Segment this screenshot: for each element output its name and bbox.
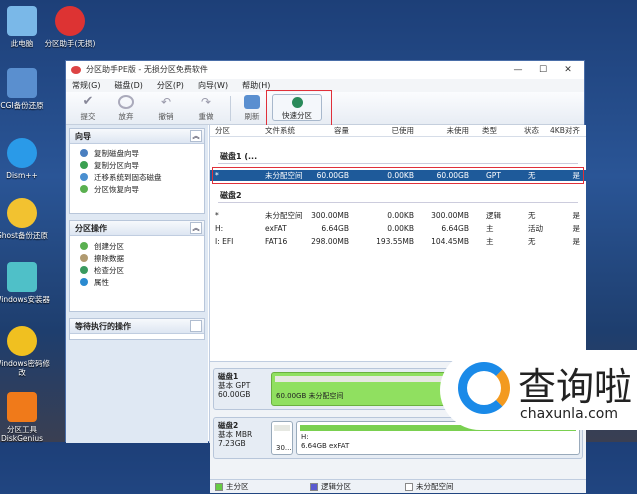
legend: 主分区 逻辑分区 未分配空间 [210,479,586,493]
undo-icon: ↶ [160,95,172,109]
menu-wizard[interactable]: 向导(W) [198,81,228,90]
disk2-header[interactable]: 磁盘2 [220,190,242,201]
divider [218,202,578,203]
table-cell: 0.00KB [387,211,414,220]
expand-icon[interactable] [190,320,202,332]
table-cell: 活动 [528,224,543,233]
desktop-icon-ghost[interactable]: Ghost备份还原 [0,198,52,240]
table-row[interactable]: H: exFAT 6.64GB 0.00KB 6.64GB 主 活动 是 [210,223,586,234]
desktop-icon-password[interactable]: Windows密码修改 [0,326,52,377]
collapse-icon[interactable]: ︽ [190,222,202,234]
op-check-partition[interactable]: 检查分区 [70,265,204,277]
op-wipe-data[interactable]: 擦除数据 [70,253,204,265]
selected-row-highlight [212,167,584,184]
table-cell: 0.00KB [387,224,414,233]
refresh-icon [244,95,260,109]
table-cell: 主 [486,224,494,233]
wizard-copy-partition[interactable]: 复制分区向导 [70,160,204,172]
disk1-header[interactable]: 磁盘1 (... [220,151,257,162]
desktop-icon-dism[interactable]: Dism++ [0,138,52,180]
table-cell: exFAT [265,224,287,233]
menu-help[interactable]: 帮助(H) [242,81,270,90]
collapse-icon[interactable]: ︽ [190,130,202,142]
refresh-button[interactable]: 刷新 [236,95,268,122]
op-create-partition[interactable]: 创建分区 [70,241,204,253]
table-cell: 300.00MB [311,211,349,220]
table-header: 分区 文件系统 容量 已使用 未使用 类型 状态 4KB对齐 [210,125,586,137]
table-cell: I: EFI [215,237,234,246]
left-sidebar: 向导 ︽ 复制磁盘向导 复制分区向导 迁移系统到固态磁盘 分区恢复向导 分区操作 ︽… [66,125,208,443]
menu-general[interactable]: 常规(G) [72,81,100,90]
table-row[interactable]: * 未分配空间 300.00MB 0.00KB 300.00MB 逻辑 无 是 [210,210,586,221]
menu-partition[interactable]: 分区(P) [157,81,184,90]
minimize-button[interactable]: — [506,61,530,79]
partition-ops-panel: 分区操作 ︽ 创建分区 擦除数据 检查分区 属性 [69,220,205,312]
divider [218,163,578,164]
table-cell: 193.55MB [376,237,414,246]
table-cell: 是 [572,237,581,246]
table-cell: 298.00MB [311,237,349,246]
toolbar-separator [230,96,231,121]
discard-icon [118,95,134,109]
maximize-button[interactable]: ☐ [531,61,555,79]
table-cell: 是 [572,211,581,220]
table-row[interactable]: I: EFI FAT16 298.00MB 193.55MB 104.45MB 主 无 是 [210,236,586,247]
table-cell: 无 [528,211,536,220]
table-cell: 逻辑 [486,211,501,220]
table-cell: 无 [528,237,536,246]
check-icon: ✔ [82,94,94,109]
commit-button[interactable]: ✔ 提交 [72,95,104,122]
discard-button[interactable]: 放弃 [110,95,142,122]
disk2-name: 磁盘2 [218,421,239,430]
menu-disk[interactable]: 磁盘(D) [114,81,142,90]
close-button[interactable]: ✕ [556,61,580,79]
table-cell: 6.64GB [441,224,469,233]
redo-icon: ↷ [200,95,212,109]
highlight-box [266,90,332,126]
wizard-partition-recovery[interactable]: 分区恢复向导 [70,184,204,196]
title-bar: 分区助手PE版 - 无损分区免费软件 — ☐ ✕ [66,61,584,79]
redo-button[interactable]: ↷ 重做 [190,95,222,122]
table-cell: 104.45MB [431,237,469,246]
table-cell: FAT16 [265,237,288,246]
table-cell: 未分配空间 [265,211,303,220]
table-cell: 是 [572,224,581,233]
table-cell: H: [215,224,224,233]
pending-ops-panel: 等待执行的操作 [69,318,205,340]
table-cell: * [215,211,219,220]
wizard-panel: 向导 ︽ 复制磁盘向导 复制分区向导 迁移系统到固态磁盘 分区恢复向导 [69,128,205,214]
op-properties[interactable]: 属性 [70,277,204,289]
table-cell: 6.64GB [321,224,349,233]
table-cell: 主 [486,237,494,246]
disk2-unallocated-segment[interactable]: 30... [271,421,293,455]
wizard-copy-disk[interactable]: 复制磁盘向导 [70,148,204,160]
table-cell: 300.00MB [431,211,469,220]
undo-button[interactable]: ↶ 撤销 [150,95,182,122]
desktop-icon-diskgenius[interactable]: 分区工具DiskGenius [0,392,52,443]
watermark-logo-icon [458,362,510,414]
disk1-name: 磁盘1 [218,372,239,381]
app-icon [71,66,81,74]
desktop-icon-windows-installer[interactable]: Windows安装器 [0,262,52,304]
desktop-icon-cgi[interactable]: CGI备份还原 [0,68,52,110]
desktop-icon-partition-assistant[interactable]: 分区助手(无损) [40,6,100,48]
toolbar: ✔ 提交 放弃 ↶ 撤销 ↷ 重做 刷新 快速分区 [66,90,584,126]
watermark: 查询啦 chaxunla.com [440,350,637,430]
wizard-migrate-os[interactable]: 迁移系统到固态磁盘 [70,172,204,184]
